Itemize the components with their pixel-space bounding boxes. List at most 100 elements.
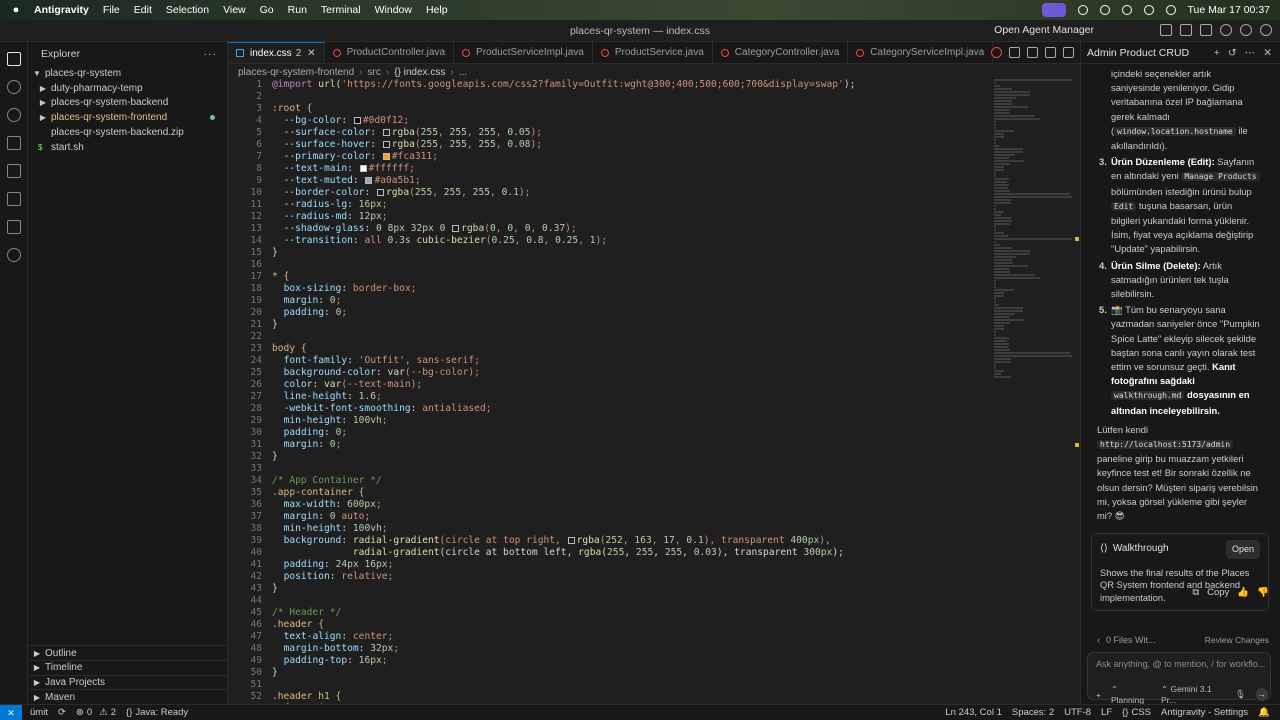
code-line[interactable]: 11 --radius-lg: 16px; — [228, 199, 990, 211]
tab-product-controller[interactable]: ProductController.java — [325, 42, 455, 63]
code-line[interactable]: 12 --radius-md: 12px; — [228, 211, 990, 223]
menu-file[interactable]: File — [103, 4, 120, 16]
database-icon[interactable] — [7, 248, 21, 262]
code-line[interactable]: 17 * { — [228, 271, 990, 283]
go-forward-icon[interactable] — [1045, 47, 1056, 58]
thumbs-down-icon[interactable]: 👎 — [1257, 587, 1269, 598]
code-line[interactable]: 43} — [228, 583, 990, 595]
copy-button[interactable]: Copy — [1207, 587, 1229, 598]
section-outline[interactable]: ▶ Outline — [28, 645, 228, 660]
code-line[interactable]: 15} — [228, 247, 990, 259]
close-icon[interactable]: ✕ — [307, 48, 315, 59]
code-line[interactable]: 41 padding: 24px 16px; — [228, 559, 990, 571]
java-file-icon[interactable] — [991, 47, 1002, 58]
add-context-icon[interactable]: + — [1096, 690, 1101, 700]
menu-terminal[interactable]: Terminal — [321, 4, 361, 16]
section-timeline[interactable]: ▶ Timeline — [28, 659, 228, 675]
remote-explorer-icon[interactable] — [7, 164, 21, 178]
search-icon[interactable] — [1220, 24, 1232, 36]
code-line[interactable]: 4 --bg-color: #0d0f12; — [228, 115, 990, 127]
encoding[interactable]: UTF-8 — [1064, 707, 1091, 718]
menu-help[interactable]: Help — [426, 4, 448, 16]
code-line[interactable]: 39 background: radial-gradient(circle at… — [228, 535, 990, 547]
code-line[interactable]: 47 text-align: center; — [228, 631, 990, 643]
breadcrumb-item[interactable]: ... — [459, 67, 467, 78]
chat-input-box[interactable]: Ask anything, @ to mention, / for workfl… — [1087, 652, 1271, 705]
review-changes-button[interactable]: Review Changes — [1205, 635, 1269, 645]
code-line[interactable]: 51 — [228, 679, 990, 691]
chevron-left-icon[interactable]: ‹ — [1097, 635, 1100, 645]
notifications-icon[interactable]: 🔔 — [1258, 707, 1270, 718]
code-line[interactable]: 26 color: var(--text-main); — [228, 379, 990, 391]
remote-indicator-icon[interactable]: ✕ — [0, 704, 22, 720]
toggle-secondary-sidebar-icon[interactable] — [1200, 24, 1212, 36]
code-line[interactable]: 46 .header { — [228, 619, 990, 631]
tree-item-backend-zip[interactable]: places-qr-system-backend.zip — [28, 125, 227, 140]
apple-icon[interactable]: ● — [10, 4, 22, 16]
code-line[interactable]: 1 @import url('https://fonts.googleapis.c… — [228, 79, 990, 91]
java-status[interactable]: {} Java: Ready — [126, 707, 188, 718]
code-line[interactable]: 25 background-color: var(--bg-color); — [228, 367, 990, 379]
code-line[interactable]: 2 — [228, 91, 990, 103]
mode-selector[interactable]: ⌃ Planning — [1111, 684, 1151, 705]
code-line[interactable]: 48 margin-bottom: 32px; — [228, 643, 990, 655]
section-java-projects[interactable]: ▶ Java Projects — [28, 674, 228, 690]
antigravity-settings[interactable]: Antigravity - Settings — [1161, 707, 1248, 718]
code-line[interactable]: 45 /* Header */ — [228, 607, 990, 619]
search-icon[interactable] — [7, 80, 21, 94]
code-line[interactable]: 6 --surface-hover: rgba(255, 255, 255, 0… — [228, 139, 990, 151]
code-line[interactable]: 9 --text-muted: #a0a5b1; — [228, 175, 990, 187]
code-line[interactable]: 21} — [228, 319, 990, 331]
go-back-icon[interactable] — [1027, 47, 1038, 58]
code-line[interactable]: 27 line-height: 1.6; — [228, 391, 990, 403]
tree-item-frontend[interactable]: ▶ places-qr-system-frontend — [28, 110, 227, 125]
history-icon[interactable]: ↺ — [1228, 47, 1237, 59]
tab-product-service-impl[interactable]: ProductServiceImpl.java — [454, 42, 593, 63]
microphone-icon[interactable]: 🎙 — [1235, 689, 1246, 700]
code-line[interactable]: 20 padding: 0; — [228, 307, 990, 319]
menu-selection[interactable]: Selection — [166, 4, 209, 16]
code-line[interactable]: 22 — [228, 331, 990, 343]
code-line[interactable]: 44 — [228, 595, 990, 607]
language-mode[interactable]: {} CSS — [1122, 707, 1151, 718]
code-line[interactable]: 5 --surface-color: rgba(255, 255, 255, 0… — [228, 127, 990, 139]
wifi-icon[interactable] — [1121, 5, 1132, 15]
code-line[interactable]: 19 margin: 0; — [228, 295, 990, 307]
source-control-icon[interactable] — [7, 108, 21, 122]
code-line[interactable]: 35 .app-container { — [228, 487, 990, 499]
tree-root[interactable]: ▼ places-qr-system — [28, 66, 227, 81]
code-line[interactable]: 3:root { — [228, 103, 990, 115]
problems-indicator[interactable]: ⊗ 0 ⚠ 2 — [76, 707, 116, 718]
account-avatar[interactable] — [1260, 24, 1272, 36]
open-agent-manager-button[interactable]: Open Agent Manager — [994, 24, 1094, 36]
sync-icon[interactable]: ⟳ — [58, 707, 66, 718]
open-button[interactable]: Open — [1225, 540, 1260, 559]
code-line[interactable]: 14 --transition: all 0.3s cubic-bezier(0… — [228, 235, 990, 247]
code-editor[interactable]: 1 @import url('https://fonts.googleapis.c… — [228, 79, 990, 714]
play-icon[interactable] — [1077, 5, 1088, 15]
code-line[interactable]: 38 min-height: 100vh; — [228, 523, 990, 535]
chat-messages[interactable]: içindeki seçenekler artık saniyesinde ye… — [1081, 64, 1280, 624]
code-line[interactable]: 49 padding-top: 16px; — [228, 655, 990, 667]
menu-run[interactable]: Run — [288, 4, 307, 16]
end-of-line[interactable]: LF — [1101, 707, 1112, 718]
code-line[interactable]: 24 font-family: 'Outfit', sans-serif; — [228, 355, 990, 367]
explorer-icon[interactable] — [7, 52, 21, 66]
model-selector[interactable]: ⌃ Gemini 3.1 Pr... — [1161, 684, 1225, 705]
split-editor-icon[interactable] — [1009, 47, 1020, 58]
tree-item-duty-pharmacy-temp[interactable]: ▶ duty-pharmacy-temp — [28, 81, 227, 96]
inline-code[interactable]: http://localhost:5173/admin — [1097, 440, 1234, 450]
testing-flask-icon[interactable] — [7, 220, 21, 234]
tree-item-backend[interactable]: ▶ places-qr-system-backend — [28, 96, 227, 111]
code-line[interactable]: 23 body { — [228, 343, 990, 355]
section-maven[interactable]: ▶ Maven — [28, 689, 228, 704]
cursor-position[interactable]: Ln 243, Col 1 — [945, 707, 1002, 718]
screen-record-icon[interactable] — [1041, 3, 1066, 17]
code-line[interactable]: 40 radial-gradient(circle at bottom left… — [228, 547, 990, 559]
app-menu[interactable]: Antigravity — [34, 4, 89, 16]
breadcrumb-item[interactable]: src — [368, 67, 381, 78]
menu-view[interactable]: View — [223, 4, 246, 16]
code-line[interactable]: 32} — [228, 451, 990, 463]
search-icon[interactable] — [1143, 5, 1154, 15]
chat-input[interactable]: Ask anything, @ to mention, / for workfl… — [1096, 659, 1265, 669]
